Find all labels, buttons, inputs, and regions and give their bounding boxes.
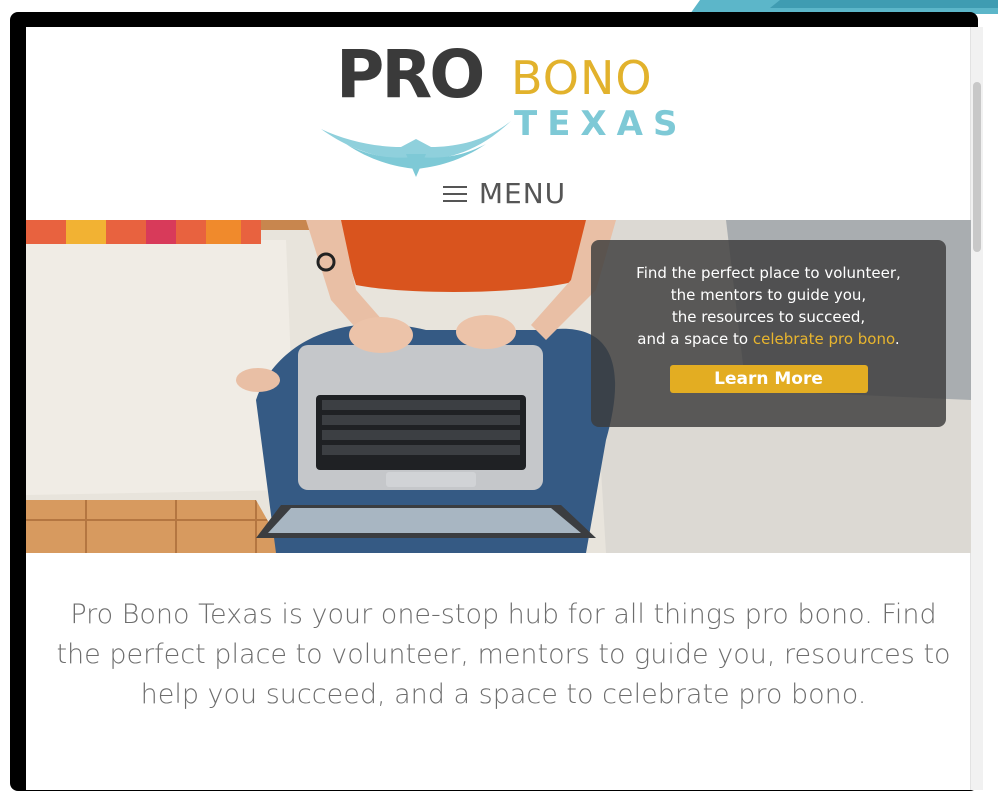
site-logo[interactable]: PRO BONO TEXAS xyxy=(316,37,696,182)
hero-cta-panel: Find the perfect place to volunteer, the… xyxy=(591,240,946,427)
celebrate-link[interactable]: celebrate pro bono xyxy=(753,330,895,348)
hero-banner: Find the perfect place to volunteer, the… xyxy=(26,220,971,553)
hamburger-icon xyxy=(442,184,467,204)
nav-bar: MENU xyxy=(26,177,983,217)
hero-line-1: Find the perfect place to volunteer, xyxy=(636,264,901,282)
scrollbar-thumb[interactable] xyxy=(973,82,981,252)
hero-line-4-prefix: and a space to xyxy=(637,330,753,348)
hero-line-3: the resources to succeed, xyxy=(671,308,866,326)
menu-button[interactable]: MENU xyxy=(442,177,567,210)
browser-viewport: PRO BONO TEXAS MENU Find the perfect pla… xyxy=(26,27,983,790)
hero-line-2: the mentors to guide you, xyxy=(670,286,867,304)
logo-bono-text: BONO xyxy=(511,51,653,105)
logo-pro-text: PRO xyxy=(336,36,485,113)
hero-line-4: and a space to celebrate pro bono. xyxy=(591,328,946,350)
intro-paragraph: Pro Bono Texas is your one-stop hub for … xyxy=(56,599,951,710)
learn-more-button[interactable]: Learn More xyxy=(669,365,868,393)
hero-line-4-suffix: . xyxy=(894,330,900,348)
scrollbar[interactable] xyxy=(970,27,983,790)
logo-texas-text: TEXAS xyxy=(514,104,688,144)
menu-label: MENU xyxy=(478,177,567,210)
